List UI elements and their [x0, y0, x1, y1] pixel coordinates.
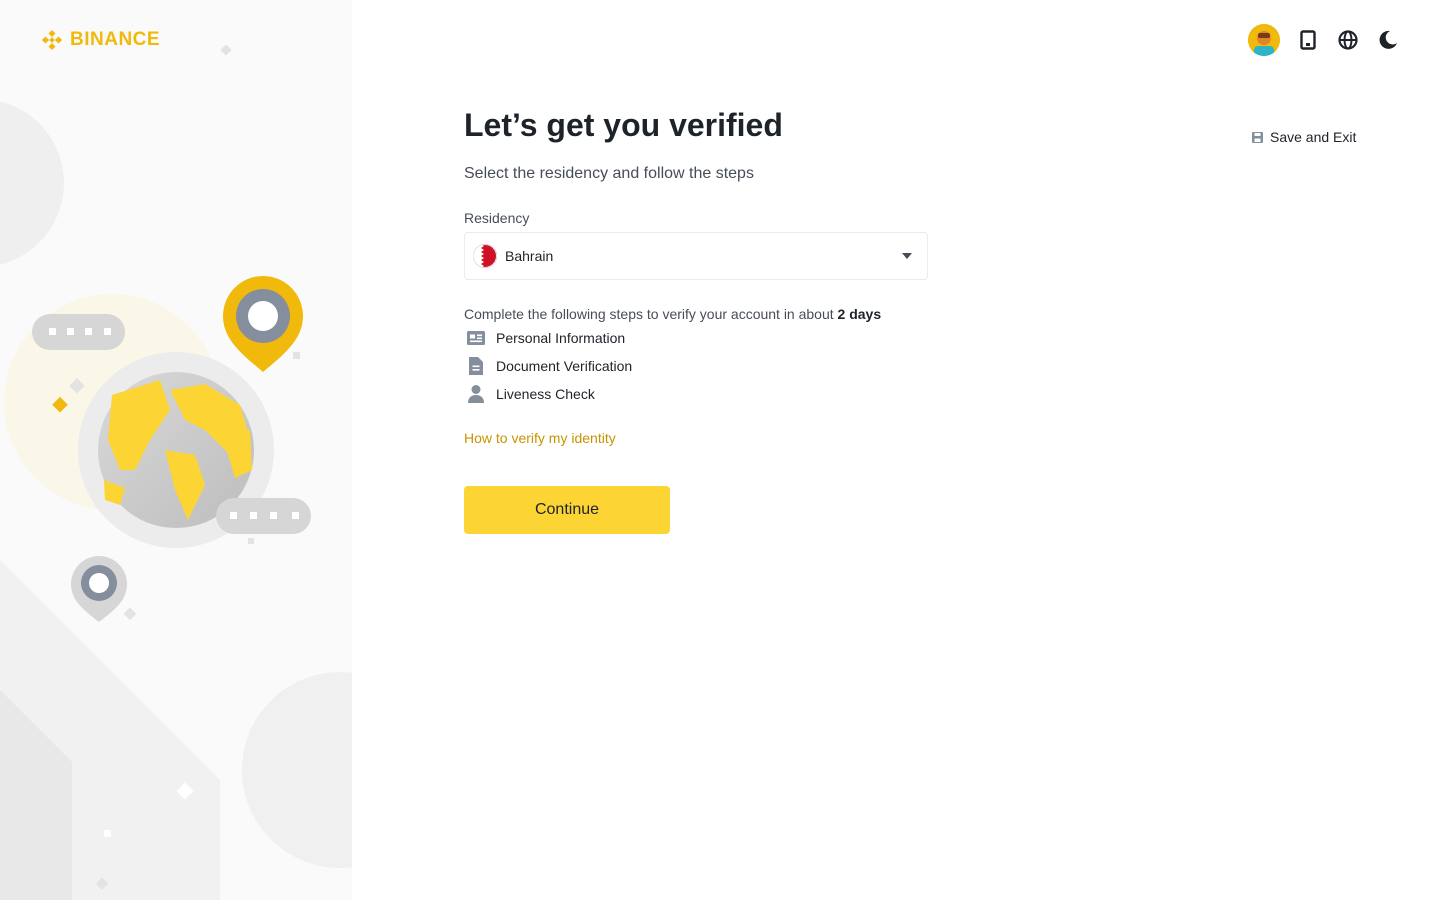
step-personal-information: Personal Information [464, 324, 928, 352]
residency-value: Bahrain [505, 248, 554, 264]
step-label: Liveness Check [496, 386, 595, 402]
steps-duration: 2 days [837, 306, 882, 322]
dark-mode-icon [1379, 30, 1397, 49]
user-avatar[interactable] [1248, 24, 1280, 56]
step-label: Personal Information [496, 330, 626, 346]
steps-intro-text: Complete the following steps to verify y… [464, 306, 838, 322]
id-card-icon [464, 326, 488, 350]
globe-illustration [0, 44, 352, 900]
residency-select[interactable]: Bahrain [464, 232, 928, 280]
save-and-exit-label: Save and Exit [1270, 129, 1357, 145]
bahrain-flag-icon [473, 244, 497, 268]
step-label: Document Verification [496, 358, 633, 374]
page-title: Let’s get you verified [464, 107, 783, 143]
brand-name: BINANCE [70, 29, 161, 50]
document-icon [464, 354, 488, 378]
how-to-verify-link[interactable]: How to verify my identity [464, 430, 616, 446]
download-app-icon [1300, 30, 1316, 50]
save-icon [1252, 131, 1263, 143]
chevron-down-icon [902, 253, 912, 259]
person-icon [464, 382, 488, 406]
download-app-button[interactable] [1296, 22, 1320, 58]
theme-toggle-button[interactable] [1376, 22, 1400, 58]
steps-intro: Complete the following steps to verify y… [464, 304, 928, 324]
continue-button[interactable]: Continue [464, 486, 670, 534]
globe-icon [1338, 30, 1358, 50]
save-and-exit-button[interactable]: Save and Exit [1251, 129, 1356, 145]
verification-form: Let’s get you verified Select the reside… [464, 104, 928, 534]
language-button[interactable] [1336, 22, 1360, 58]
step-liveness-check: Liveness Check [464, 380, 928, 408]
binance-logo[interactable]: BINANCE [40, 28, 160, 52]
illustration-panel: BINANCE [0, 0, 352, 900]
binance-logo-icon [41, 29, 63, 51]
step-document-verification: Document Verification [464, 352, 928, 380]
residency-label: Residency [464, 210, 530, 226]
top-toolbar [1248, 22, 1400, 58]
page-subtitle: Select the residency and follow the step… [464, 165, 754, 182]
avatar-icon [1248, 24, 1280, 56]
